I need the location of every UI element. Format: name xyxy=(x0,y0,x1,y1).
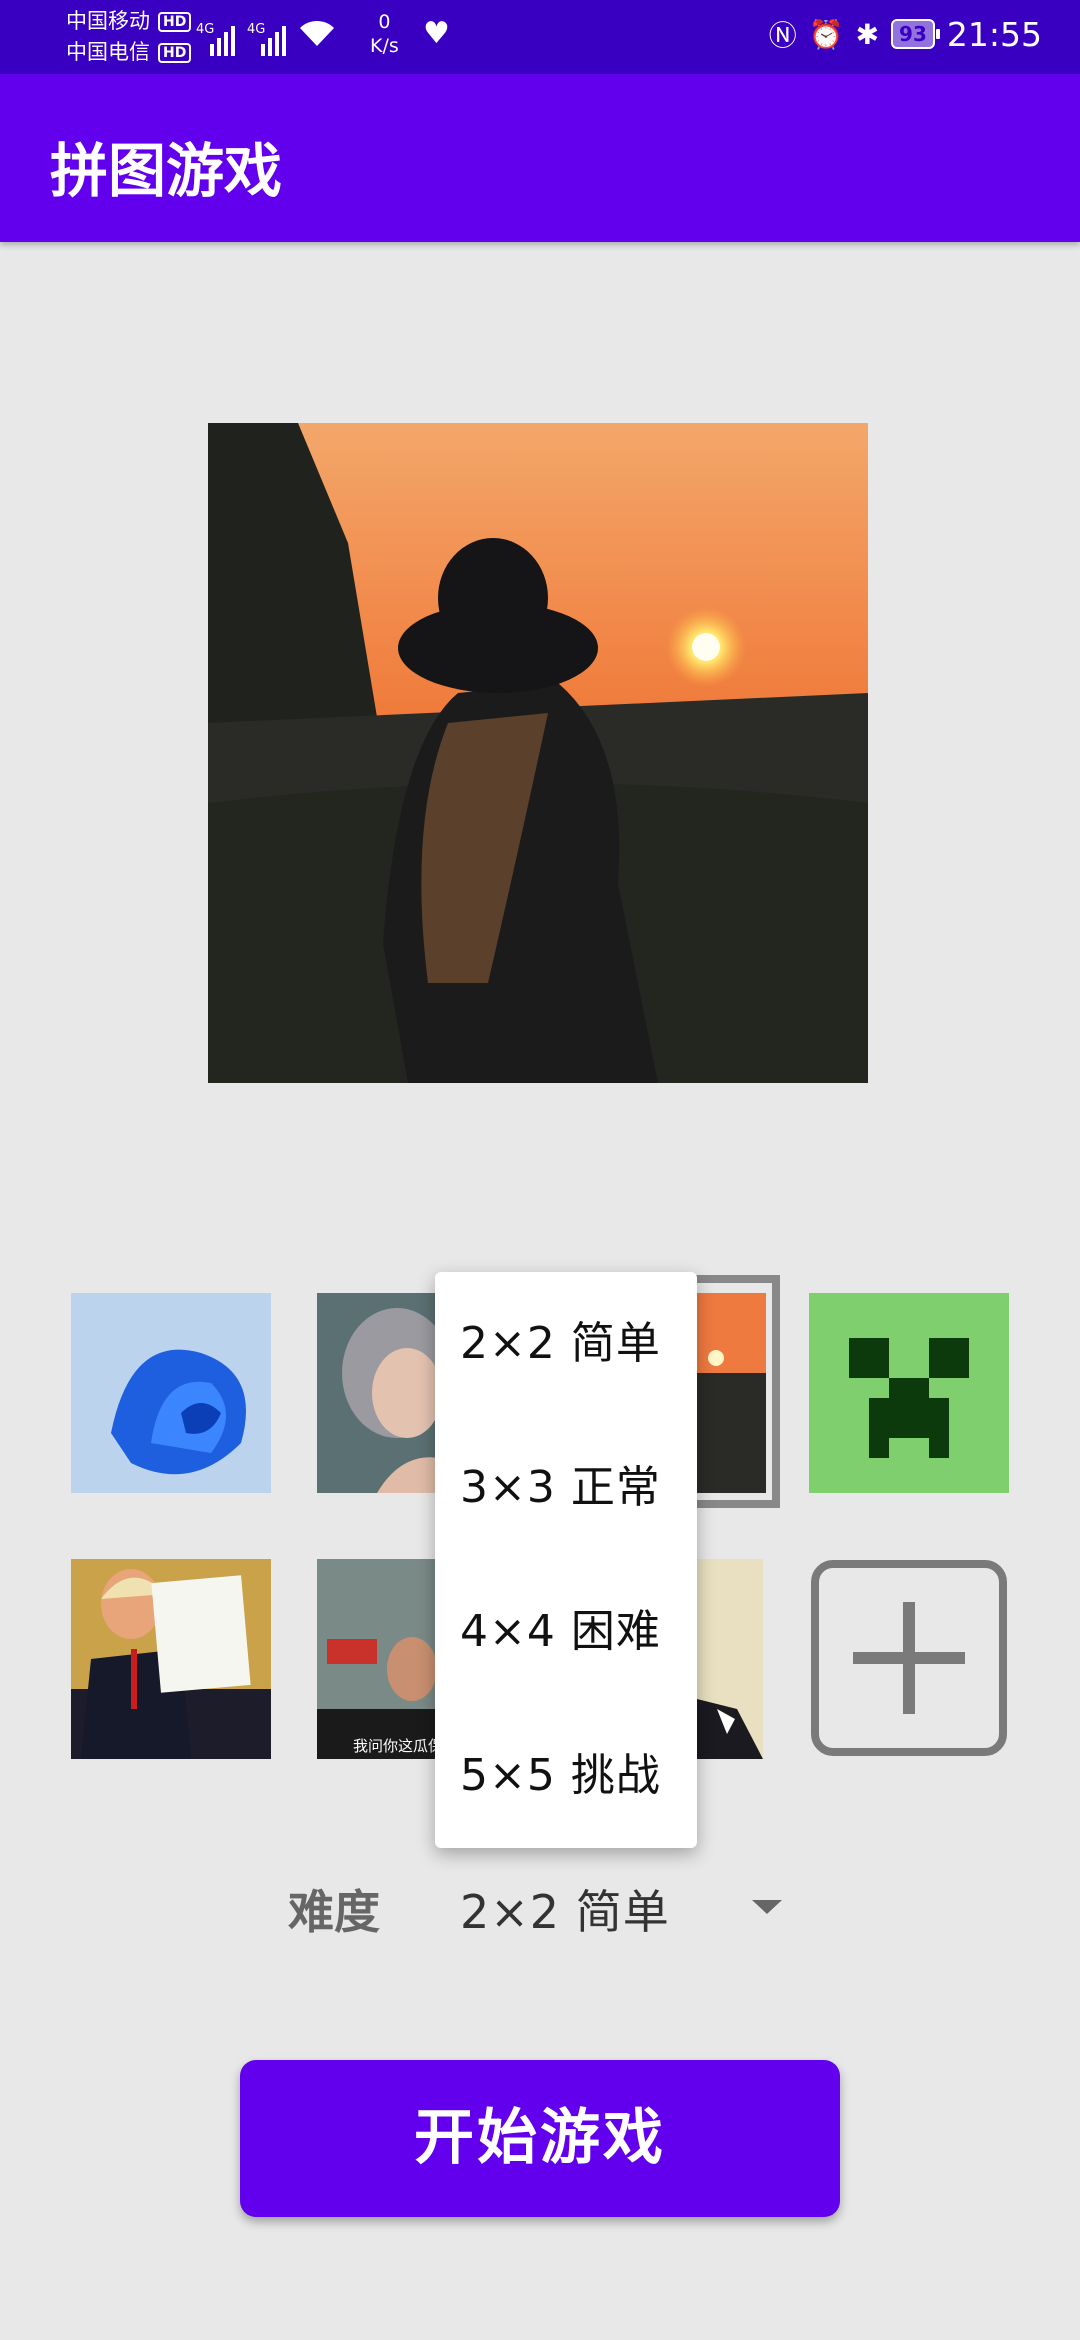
battery-icon: 93 xyxy=(891,19,940,49)
alarm-icon: ⏰ xyxy=(808,17,844,51)
puzzle-preview-image xyxy=(208,423,868,1083)
app-bar: 拼图游戏 xyxy=(0,74,1080,242)
gallery-thumb-news-screenshot[interactable]: 我问你这瓜保 xyxy=(317,1559,437,1759)
carrier-1: 中国移动 xyxy=(66,9,150,33)
difficulty-option-4x4[interactable]: 4×4 困难 xyxy=(435,1560,697,1704)
signal-icon: 4G 4G xyxy=(196,18,336,56)
network-type: 4G xyxy=(196,22,215,37)
gallery-thumb-creeper-face[interactable] xyxy=(809,1293,1009,1493)
difficulty-option-2x2[interactable]: 2×2 简单 xyxy=(435,1272,697,1416)
heart-health-icon: ♥ xyxy=(423,16,450,51)
thumb-caption: 我问你这瓜保 xyxy=(353,1737,437,1755)
gallery-thumb-president-signing[interactable] xyxy=(71,1559,271,1759)
difficulty-label: 难度 xyxy=(288,1885,380,1939)
hd-badge: HD xyxy=(158,11,192,32)
page-title: 拼图游戏 xyxy=(50,137,283,205)
difficulty-dropdown-menu: 2×2 简单 3×3 正常 4×4 困难 5×5 挑战 xyxy=(435,1272,697,1848)
difficulty-option-3x3[interactable]: 3×3 正常 xyxy=(435,1416,697,1560)
status-bar: 中国移动 HD 中国电信 HD 4G 4G 0 K/s ♥ Ⓝ ⏰ ✱ 93 21:5… xyxy=(0,0,1080,74)
dropdown-arrow-icon xyxy=(752,1900,782,1914)
clock: 21:55 xyxy=(946,14,1042,54)
bluetooth-icon: ✱ xyxy=(855,17,880,51)
network-type: 4G xyxy=(247,22,266,37)
start-game-button[interactable]: 开始游戏 xyxy=(240,2060,840,2217)
gallery-thumb-man-in-suit[interactable] xyxy=(697,1559,763,1759)
difficulty-selected-value: 2×2 简单 xyxy=(460,1885,670,1939)
nfc-icon: Ⓝ xyxy=(768,19,797,52)
hd-badge: HD xyxy=(158,42,192,63)
gallery-thumb-blue-flower[interactable] xyxy=(71,1293,271,1493)
difficulty-spinner[interactable]: 2×2 简单 xyxy=(440,1860,800,1960)
system-icons: Ⓝ ⏰ ✱ 93 21:55 xyxy=(769,14,1042,54)
wifi-icon xyxy=(298,18,336,56)
net-speed: 0 K/s xyxy=(370,11,399,57)
difficulty-option-5x5[interactable]: 5×5 挑战 xyxy=(435,1704,697,1848)
add-image-button[interactable] xyxy=(811,1560,1007,1756)
carrier-2: 中国电信 xyxy=(66,40,150,64)
carrier-info: 中国移动 HD 中国电信 HD xyxy=(66,6,192,68)
